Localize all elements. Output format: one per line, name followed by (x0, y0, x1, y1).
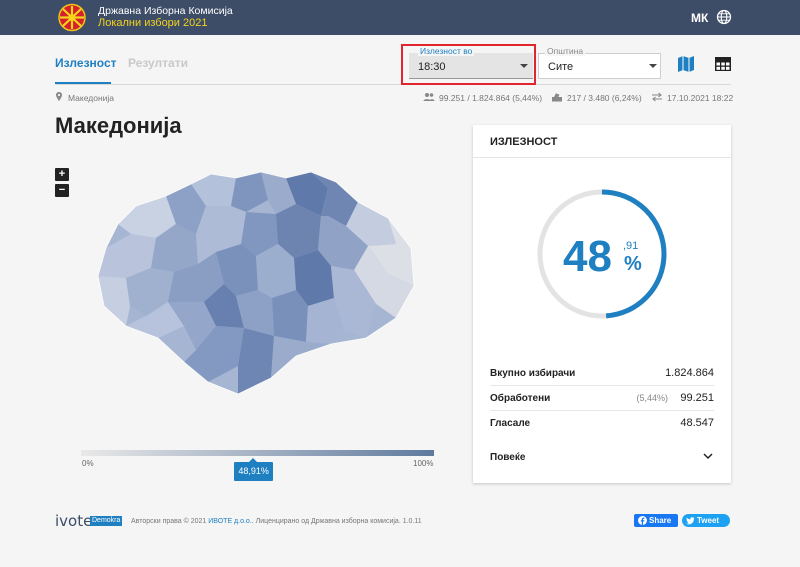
chevron-down-icon[interactable] (649, 64, 657, 68)
demokra-badge: Demokra (90, 516, 123, 526)
election-name: Локални избори 2021 (98, 17, 208, 29)
stat-value: 99.251 (680, 392, 714, 404)
stat-label: Вкупно избирачи (490, 368, 576, 379)
stat-label: Гласале (490, 418, 531, 429)
table-icon[interactable] (714, 55, 732, 73)
stat-value: 48.547 (680, 417, 714, 429)
globe-icon[interactable] (716, 9, 732, 25)
time-select-value[interactable]: 18:30 (418, 61, 446, 73)
twitter-share-button[interactable]: Tweet (682, 514, 730, 527)
dik-logo[interactable] (56, 3, 88, 32)
turnout-percent-sign: % (624, 253, 642, 275)
copyright-prefix: Авторски права © 2021 (131, 518, 207, 525)
legend-max-label: 100% (413, 459, 434, 468)
people-icon (423, 93, 435, 101)
time-select-label: Излезност во (418, 46, 475, 56)
municipality-select-value[interactable]: Сите (548, 61, 573, 73)
ballot-box-icon (552, 93, 562, 102)
turnout-percent-integer: 48 (563, 232, 612, 281)
ivote-logo[interactable]: ivote (55, 512, 92, 530)
turnout-card: ИЗЛЕЗНОСТ 48 ,91 % Вкупно избирачи 1.824… (473, 125, 731, 483)
card-header: ИЗЛЕЗНОСТ (473, 125, 731, 158)
location-pin-icon (56, 92, 62, 101)
org-name: Државна Изборна Комисија (98, 5, 233, 17)
facebook-share-button[interactable]: Share (634, 514, 678, 527)
company-link[interactable]: ИВОТЕ д.о.о. (208, 518, 252, 525)
twitter-bird-icon (686, 517, 695, 525)
copyright-text: Авторски права © 2021 ИВОТЕ д.о.о.. Лице… (131, 518, 422, 525)
more-toggle[interactable]: Повеќе (490, 452, 525, 463)
processed-voters: 99.251 / 1.824.864 (5,44%) (439, 93, 543, 103)
legend-gradient-bar (81, 450, 434, 456)
map-icon[interactable] (677, 55, 695, 73)
tab-results[interactable]: Резултати (128, 56, 188, 70)
stat-percent: (5,44%) (636, 393, 668, 403)
stat-row-voted: Гласале 48.547 (490, 411, 714, 436)
copyright-suffix: . Лиценцирано од Државна изборна комисиј… (251, 518, 422, 525)
municipality-map[interactable] (96, 166, 420, 394)
zoom-out-button[interactable]: − (55, 184, 69, 197)
facebook-icon (638, 516, 647, 525)
stat-value: 1.824.864 (665, 367, 714, 379)
legend-value-marker: 48,91% (234, 458, 274, 481)
processed-stations: 217 / 3.480 (6,24%) (567, 93, 642, 103)
tabs-divider (55, 84, 731, 85)
stat-label: Обработени (490, 393, 551, 404)
last-updated: 17.10.2021 18:22 (667, 93, 734, 103)
chevron-down-icon[interactable] (520, 64, 528, 68)
zoom-in-button[interactable]: + (55, 168, 69, 181)
facebook-share-label: Share (649, 516, 672, 525)
legend-min-label: 0% (82, 459, 94, 468)
chevron-down-icon[interactable] (703, 452, 713, 460)
stat-row-total-voters: Вкупно избирачи 1.824.864 (490, 361, 714, 386)
location-breadcrumb: Македонија (68, 93, 115, 103)
turnout-percent-decimal: ,91 (623, 240, 639, 252)
language-switch[interactable]: МК (691, 11, 708, 25)
sync-arrows-icon (652, 92, 662, 102)
tab-turnout[interactable]: Излезност (55, 56, 117, 70)
stat-row-processed: Обработени (5,44%) 99.251 (490, 386, 714, 411)
card-title: ИЗЛЕЗНОСТ (490, 136, 558, 148)
page-title: Македонија (55, 113, 182, 138)
municipality-select-label: Општина (545, 46, 586, 56)
twitter-share-label: Tweet (697, 516, 720, 525)
